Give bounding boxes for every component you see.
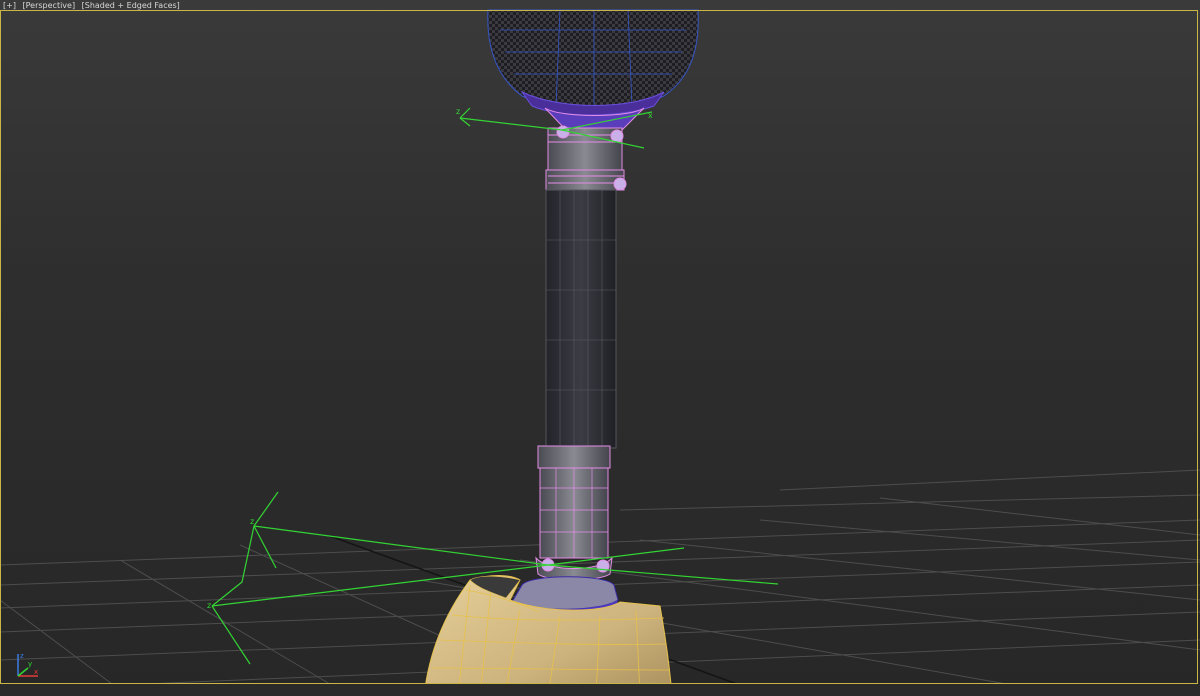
viewport-scene[interactable]: z x z z (0, 0, 1200, 696)
svg-text:z: z (250, 517, 254, 526)
svg-text:x: x (648, 111, 653, 120)
axis-x-label: x (34, 668, 38, 676)
label-separator (18, 1, 21, 10)
axis-tripod-icon: x y z (17, 652, 38, 677)
lower-clamp[interactable] (535, 445, 613, 581)
pylon-tube[interactable] (545, 189, 617, 449)
viewport-bottom-strip (0, 684, 1200, 696)
perspective-viewport[interactable]: z x z z [+] [Perspective] [Shaded + Edge… (0, 0, 1200, 696)
axis-y-label: y (28, 660, 32, 668)
label-separator (77, 1, 80, 10)
prosthetic-socket[interactable] (487, 9, 699, 131)
viewport-point-of-view-menu[interactable]: [Perspective] (23, 1, 76, 10)
viewport-general-menu[interactable]: [+] (3, 1, 16, 10)
viewport-label-menu[interactable]: [+] [Perspective] [Shaded + Edged Faces] (3, 1, 180, 11)
axis-z-label: z (20, 652, 24, 660)
svg-text:z: z (456, 107, 460, 116)
viewport-shading-menu[interactable]: [Shaded + Edged Faces] (82, 1, 180, 10)
svg-text:z: z (207, 601, 211, 610)
